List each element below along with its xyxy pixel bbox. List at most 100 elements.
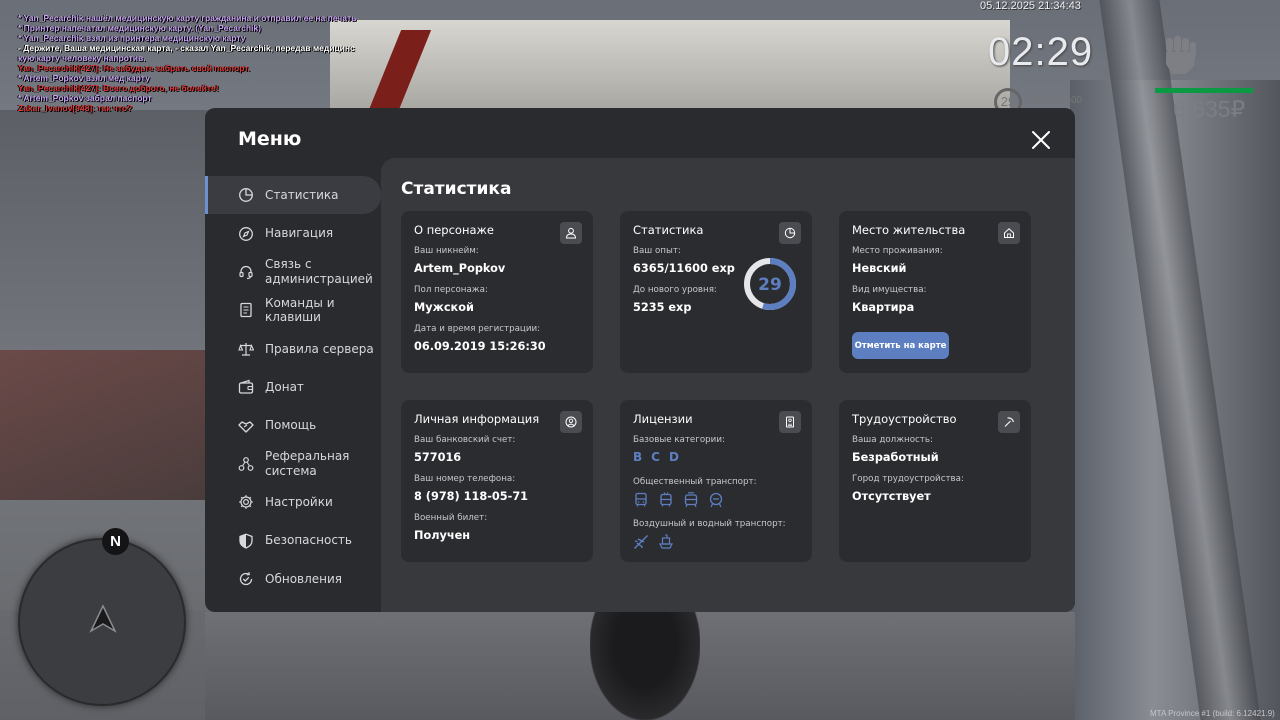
field-label: Ваш опыт:: [633, 246, 681, 256]
sidebar-item-settings[interactable]: Настройки: [205, 483, 381, 521]
license-category: C: [651, 450, 660, 464]
pickaxe-icon: [1004, 417, 1015, 427]
user-circle-icon: [565, 416, 577, 428]
sidebar-item-label: Помощь: [265, 418, 317, 433]
chat-line: - Держите, Ваша медицинская карта, - ска…: [18, 43, 355, 53]
sidebar-item-label: Настройки: [265, 495, 333, 510]
field-label: Ваш банковский счет:: [414, 435, 516, 445]
player-arrow-icon: [89, 604, 117, 633]
card-icon-box: [560, 222, 582, 244]
close-icon[interactable]: [1030, 129, 1052, 151]
card-title: Личная информация: [414, 412, 540, 426]
card-icon-box: [779, 411, 801, 433]
chat-line: * Artem_Popkov забрал паспорт: [18, 93, 152, 103]
field-label: Ваш номер телефона:: [414, 474, 516, 484]
card-personal-info: Личная информация Ваш банковский счет: 5…: [401, 400, 593, 562]
license-category: B: [633, 450, 643, 464]
sidebar-item-label: Статистика: [265, 187, 339, 202]
chat-line: кую карту человеку напротив.: [18, 53, 146, 63]
gear-icon: [239, 495, 253, 510]
hud-money: 6 635₽: [1173, 96, 1246, 122]
card-title: Место жительства: [852, 223, 966, 237]
chat-line: * Yan_Pecarchik нашёл медицинскую карту …: [18, 13, 357, 23]
network-icon: [238, 457, 254, 471]
card-title: О персонаже: [414, 223, 494, 237]
hud-datetime: 05.12.2025 21:34:43: [980, 0, 1081, 12]
sidebar-item-referral[interactable]: Реферальная система: [205, 445, 381, 483]
plane-icon: [634, 535, 648, 549]
field-label: Базовые категории:: [633, 435, 725, 445]
field-label: Ваша должность:: [852, 435, 933, 445]
card-title: Лицензии: [633, 412, 693, 426]
sidebar-item-updates[interactable]: Обновления: [205, 560, 381, 598]
field-label: Общественный транспорт:: [633, 477, 757, 487]
property-value: Квартира: [852, 301, 915, 314]
phone-value: 8 (978) 118-05-71: [414, 490, 529, 503]
sidebar-item-help[interactable]: Помощь: [205, 406, 381, 444]
sidebar-item-label: Правила сервера: [265, 341, 374, 356]
field-label: Место проживания:: [852, 246, 943, 256]
content-title: Статистика: [401, 179, 512, 199]
sidebar-item-navigation[interactable]: Навигация: [205, 214, 381, 252]
hud-exp: 6365/11600: [1030, 95, 1083, 106]
card-icon-box: [998, 411, 1020, 433]
sidebar-item-label: Донат: [265, 379, 304, 394]
sidebar-item-label: Реферальная система: [265, 449, 350, 478]
background-ground: [0, 350, 210, 500]
card-icon-box: [779, 222, 801, 244]
card-residence: Место жительства Место проживания: Невск…: [839, 211, 1031, 373]
employment-city-value: Отсутствует: [852, 490, 931, 503]
chat-line: * Artem_Popkov взял мед карту: [18, 73, 150, 83]
pie-chart-icon: [239, 188, 253, 203]
fist-icon: [1166, 36, 1196, 74]
sidebar-item-contact-admin[interactable]: Связь с администрацией: [205, 253, 381, 291]
bus-icon: [635, 492, 647, 507]
hud-clock: 02:29: [988, 30, 1094, 74]
pie-chart-icon: [784, 227, 796, 239]
nickname-value: Artem_Popkov: [414, 262, 506, 275]
subway-icon: [709, 492, 723, 508]
mark-on-map-button[interactable]: Отметить на карте: [852, 332, 949, 359]
field-label: Город трудоустройства:: [852, 474, 964, 484]
scales-icon: [238, 342, 254, 356]
license-categories: B C D: [633, 450, 799, 464]
card-employment: Трудоустройство Ваша должность: Безработ…: [839, 400, 1031, 562]
sidebar: Статистика Навигация Связь с администрац…: [205, 176, 381, 598]
menu-window: Меню Статистика Навигация Связь с админи…: [205, 108, 1075, 612]
wallet-icon: [238, 379, 254, 394]
sidebar-item-label: Навигация: [265, 226, 334, 241]
server-build-label: MTA Province #1 (build: 6.12421.9): [1150, 709, 1275, 718]
chat-line: * Yan_Pecarchik взял из принтера медицин…: [18, 33, 246, 43]
user-icon: [565, 227, 577, 239]
bank-account-value: 577016: [414, 451, 462, 464]
headset-icon: [239, 265, 253, 280]
sidebar-item-rules[interactable]: Правила сервера: [205, 330, 381, 368]
boat-icon: [659, 534, 673, 549]
air-water-licenses: [633, 534, 799, 550]
registration-value: 06.09.2019 15:26:30: [414, 340, 546, 353]
sidebar-item-statistics[interactable]: Статистика: [205, 176, 381, 215]
field-label: Ваш никнейм:: [414, 246, 479, 256]
sidebar-item-donate[interactable]: Донат: [205, 368, 381, 406]
military-id-value: Получен: [414, 529, 471, 542]
residence-value: Невский: [852, 262, 907, 275]
handshake-icon: [238, 420, 254, 433]
sidebar-item-commands[interactable]: Команды и клавиши: [205, 291, 381, 329]
level-progress-ring: 29: [744, 258, 796, 310]
field-label: Дата и время регистрации:: [414, 324, 541, 334]
compass-icon: [239, 226, 253, 241]
public-transport-licenses: [633, 492, 799, 508]
card-icon-box: [998, 222, 1020, 244]
document-icon: [240, 303, 252, 318]
card-title: Трудоустройство: [852, 412, 957, 426]
chat-line: * Принтер напечатал медицинскую карту. (…: [18, 23, 261, 33]
license-category: D: [668, 450, 679, 464]
chat-line: Yan_Pecarchik[427]: Не забудьте забрать …: [18, 63, 251, 73]
sidebar-item-label: Связь с администрацией: [265, 257, 373, 286]
sidebar-item-label: Обновления: [265, 571, 343, 586]
level-number: 29: [758, 275, 782, 295]
chat-line: Yan_Pecarchik[427]: Всего доброго, не бо…: [18, 83, 219, 93]
sidebar-item-security[interactable]: Безопасность: [205, 522, 381, 560]
tram-icon: [684, 492, 698, 508]
sidebar-item-label: Команды и клавиши: [265, 295, 335, 325]
